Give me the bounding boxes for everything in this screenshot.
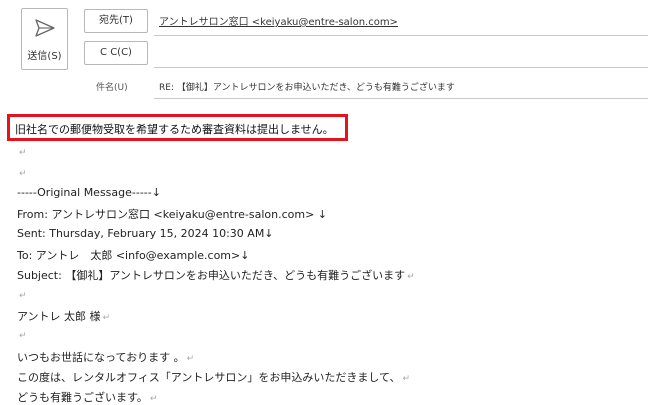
body-line: どうも有難うございます。 ↵ [17,391,158,404]
body-line: いつもお世話になっております 。 ↵ [17,351,195,364]
return-mark-icon: ↵ [407,272,415,282]
to-field-underline [154,35,648,36]
body-line: ↵ [17,166,27,179]
to-button[interactable]: 宛先(T) [84,9,148,33]
return-mark-icon: ↵ [149,394,158,404]
return-mark-icon: ↵ [186,354,195,364]
body-line: Sent: Thursday, February 15, 2024 10:30 … [17,227,274,240]
to-field[interactable]: アントレサロン窓口 <keiyaku@entre-salon.com> [159,13,398,28]
send-icon [35,19,55,37]
body-line: ↵ [17,288,27,301]
body-line: Subject: 【御礼】アントレサロンをお申込いただき、どうも有難うございます… [17,269,415,282]
body-line: -----Original Message-----↓ [17,186,161,199]
return-mark-icon: ↵ [19,291,27,301]
body-line: アントレ 太郎 様 ↵ [17,310,111,323]
body-line: From: アントレサロン窓口 <keiyaku@entre-salon.com… [17,208,328,221]
send-button[interactable]: 送信(S) [21,8,68,70]
return-mark-icon: ↵ [19,169,27,179]
message-header: 送信(S) 宛先(T) アントレサロン窓口 <keiyaku@entre-sal… [0,0,648,104]
subject-label: 件名(U) [96,83,128,93]
return-mark-icon: ↵ [19,148,27,158]
body-line: ↵ [17,145,27,158]
return-mark-icon: ↵ [102,313,111,323]
subject-field-underline [154,98,648,99]
cc-field-underline[interactable] [154,67,648,68]
return-mark-icon: ↵ [402,374,411,384]
body-line: To: アントレ 太郎 <info@example.com>↓ [17,249,250,262]
send-label: 送信(S) [27,51,62,62]
highlighted-note: 旧社名での郵便物受取を希望するため審査資料は提出しません。 [15,123,334,136]
subject-field[interactable]: RE: 【御礼】アントレサロンをお申込いただき、どうも有難うございます [159,80,455,93]
body-line: この度は、レンタルオフィス「アントレサロン」をお申込みいただきまして、 ↵ [17,371,411,384]
body-line: ↵ [17,328,27,341]
return-mark-icon: ↵ [19,331,27,341]
cc-button[interactable]: C C(C) [84,41,148,65]
